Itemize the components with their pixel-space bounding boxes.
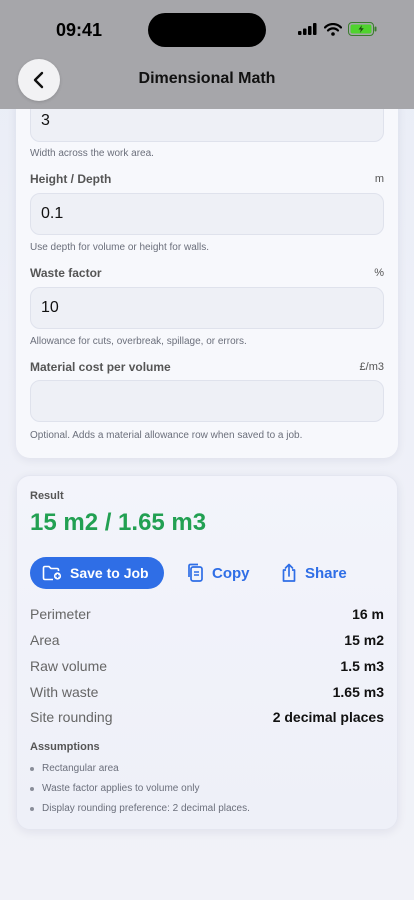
height-field[interactable]: 0.1 bbox=[30, 193, 384, 235]
waste-value: 10 bbox=[41, 299, 59, 316]
bullet-icon bbox=[30, 806, 34, 811]
cost-field[interactable] bbox=[30, 380, 384, 422]
row-value: 15 m2 bbox=[344, 632, 384, 648]
assumption-text: Display rounding preference: 2 decimal p… bbox=[42, 803, 250, 814]
height-unit: m bbox=[374, 173, 384, 185]
assumption-item: Rectangular area bbox=[30, 763, 119, 774]
bullet-icon bbox=[30, 766, 34, 771]
result-row-area: Area 15 m2 bbox=[30, 632, 384, 648]
copy-button[interactable]: Copy bbox=[186, 557, 250, 589]
row-key: Raw volume bbox=[30, 658, 108, 674]
width-value: 3 bbox=[41, 112, 50, 129]
assumption-text: Rectangular area bbox=[42, 763, 119, 774]
result-row-raw-volume: Raw volume 1.5 m3 bbox=[30, 658, 384, 674]
width-hint: Width across the work area. bbox=[30, 148, 154, 159]
share-button[interactable]: Share bbox=[281, 557, 347, 589]
copy-label: Copy bbox=[212, 564, 250, 582]
page-title: Dimensional Math bbox=[138, 70, 276, 87]
cost-hint: Optional. Adds a material allowance row … bbox=[30, 430, 303, 441]
status-icons bbox=[298, 22, 378, 36]
top-bar: 09:41 Dimensional Math bbox=[0, 0, 414, 109]
share-label: Share bbox=[305, 564, 347, 582]
result-row-with-waste: With waste 1.65 m3 bbox=[30, 684, 384, 700]
row-value: 16 m bbox=[352, 606, 384, 622]
waste-field[interactable]: 10 bbox=[30, 287, 384, 329]
status-time: 09:41 bbox=[56, 20, 103, 40]
result-label: Result bbox=[30, 490, 64, 502]
cost-unit: £/m3 bbox=[359, 361, 384, 373]
battery-icon bbox=[348, 22, 377, 36]
row-value: 1.5 m3 bbox=[340, 658, 384, 674]
folder-add-icon bbox=[42, 565, 62, 581]
wifi-icon bbox=[324, 22, 342, 36]
height-label: Height / Depth bbox=[30, 172, 112, 186]
row-key: Area bbox=[30, 632, 60, 648]
share-icon bbox=[282, 563, 296, 582]
signal-icon bbox=[298, 23, 317, 35]
height-value: 0.1 bbox=[41, 205, 64, 222]
row-key: Site rounding bbox=[30, 709, 113, 725]
assumption-item: Waste factor applies to volume only bbox=[30, 783, 199, 794]
cost-label: Material cost per volume bbox=[30, 360, 171, 374]
row-key: With waste bbox=[30, 684, 99, 700]
assumptions-title: Assumptions bbox=[30, 741, 100, 753]
height-hint: Use depth for volume or height for walls… bbox=[30, 242, 209, 253]
assumption-item: Display rounding preference: 2 decimal p… bbox=[30, 803, 250, 814]
result-value: 15 m2 / 1.65 m3 bbox=[30, 509, 207, 536]
waste-unit: % bbox=[374, 267, 384, 279]
assumption-text: Waste factor applies to volume only bbox=[42, 783, 200, 794]
bullet-icon bbox=[30, 786, 34, 791]
row-value: 1.65 m3 bbox=[332, 684, 384, 700]
waste-hint: Allowance for cuts, overbreak, spillage,… bbox=[30, 336, 247, 347]
save-to-job-label: Save to Job bbox=[70, 565, 149, 581]
result-row-site-rounding: Site rounding 2 decimal places bbox=[30, 709, 384, 725]
dynamic-island bbox=[148, 13, 266, 47]
save-to-job-button[interactable]: Save to Job bbox=[30, 557, 164, 589]
row-key: Perimeter bbox=[30, 606, 91, 622]
row-value: 2 decimal places bbox=[272, 709, 384, 725]
waste-label: Waste factor bbox=[30, 266, 102, 280]
copy-icon bbox=[188, 563, 203, 582]
result-row-perimeter: Perimeter 16 m bbox=[30, 606, 384, 622]
